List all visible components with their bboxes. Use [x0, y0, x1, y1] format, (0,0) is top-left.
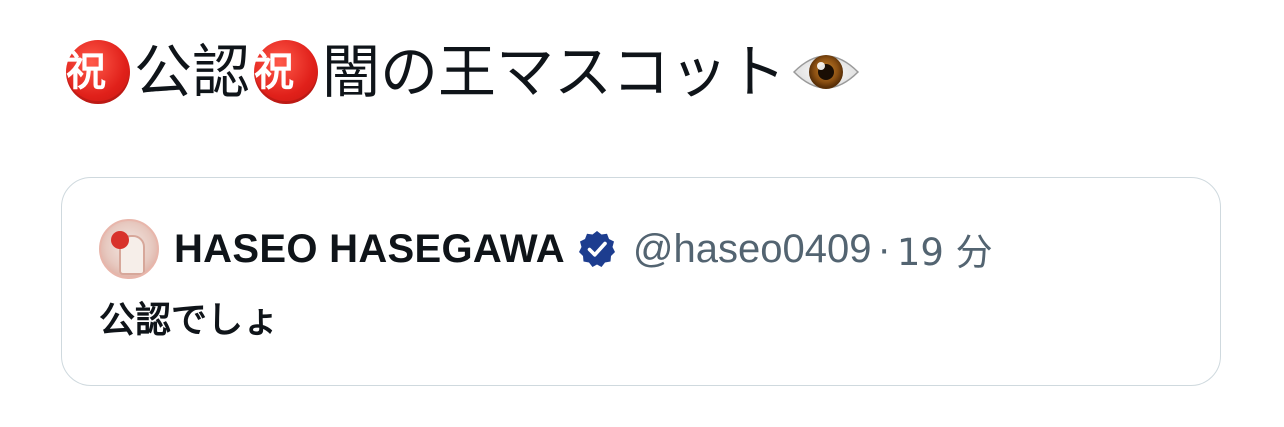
quoted-post-header: HASEO HASEGAWA @haseo0409 · 19 分: [99, 218, 993, 280]
author-handle[interactable]: @haseo0409: [633, 227, 872, 272]
eye-icon: [792, 55, 860, 89]
quoted-post-card[interactable]: HASEO HASEGAWA @haseo0409 · 19 分 公認でしょ: [61, 177, 1221, 386]
post-text-segment: 闇の王マスコット: [322, 38, 787, 106]
congratulations-emoji-icon: 祝: [66, 40, 130, 104]
separator-dot: ·: [877, 226, 891, 271]
author-name[interactable]: HASEO HASEGAWA: [174, 227, 565, 272]
quoted-post-text: 公認でしょ: [99, 300, 280, 341]
avatar[interactable]: [99, 219, 159, 279]
post-text: 祝 公認 祝 闇の王マスコット: [62, 34, 860, 110]
verified-badge-icon: [578, 231, 615, 267]
timestamp[interactable]: 19 分: [897, 222, 993, 276]
post-text-segment: 公認: [134, 38, 251, 106]
congratulations-emoji-icon: 祝: [254, 40, 319, 104]
